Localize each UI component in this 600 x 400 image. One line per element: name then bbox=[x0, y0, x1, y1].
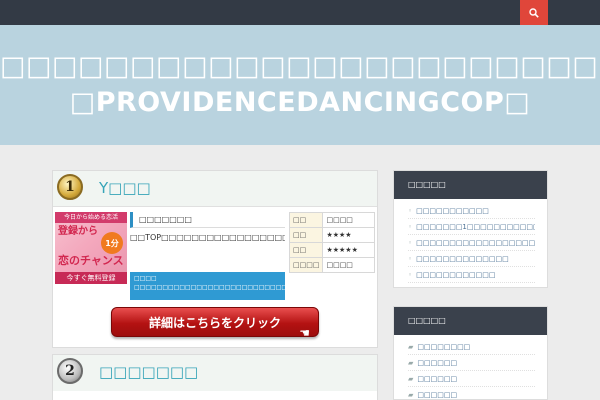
ranking-card-2: 2 □□□□□□□ bbox=[52, 354, 378, 400]
description-heading: □□□□□□□ bbox=[130, 212, 285, 228]
spec-table: □□ □□□□ □□ ★★★★ □□ ★★★★★ □□□□ □□□□ bbox=[288, 212, 375, 273]
ranking-header: 2 □□□□□□□ bbox=[53, 355, 377, 391]
description-text: □□TOP□□□□□□□□□□□□□□□□□□□□□□□□□□□□□□□□□□□… bbox=[130, 233, 285, 242]
description-note: □□□□ □□□□□□□□□□□□□□□□□□□□□□□□□□□□□□□□□□□… bbox=[130, 272, 285, 300]
category-link[interactable]: ▰ □□□□□□□□ bbox=[408, 339, 535, 355]
recent-post-link[interactable]: ◦ □□□□□□□□□□□□ bbox=[408, 267, 535, 283]
widget-title: □□□□□ bbox=[394, 307, 547, 335]
spec-row: □□□□ □□□□ bbox=[288, 257, 375, 273]
category-link[interactable]: ▰ □□□□□□ bbox=[408, 355, 535, 371]
spec-row: □□ □□□□ bbox=[288, 212, 375, 228]
folder-icon: ▰ bbox=[408, 391, 414, 399]
search-icon bbox=[529, 7, 539, 18]
ranking-site-name[interactable]: Y□□□ bbox=[99, 179, 151, 197]
site-description: □□□□□□□ □□TOP□□□□□□□□□□□□□□□□ □□□□ □□□□□□□… bbox=[130, 212, 285, 300]
ranking-card-1: 1 Y□□□ 今日から始める恋活 登録から 1分 恋のチャンス 今すぐ無料登録 … bbox=[52, 170, 378, 348]
ranking-header: 1 Y□□□ bbox=[53, 171, 377, 207]
ranking-site-name[interactable]: □□□□□□□ bbox=[99, 363, 198, 381]
categories-widget: □□□□□ ▰ □□□□□□□□ ▰ □□□□□□ ▰ □□□□□□ ▰ □□□□□□ bbox=[393, 306, 548, 400]
folder-icon: ▰ bbox=[408, 359, 414, 367]
recent-post-link[interactable]: ◦ □□□□□□□□□□□ bbox=[408, 203, 535, 219]
folder-icon: ▰ bbox=[408, 375, 414, 383]
folder-icon: ▰ bbox=[408, 343, 414, 351]
pointer-hand-icon: ☚ bbox=[299, 326, 310, 340]
search-button[interactable] bbox=[520, 0, 548, 25]
gold-medal-icon: 1 bbox=[57, 174, 83, 200]
site-header-banner: □□□□□□□□□□□□□□□□□□□□□□□□ □PROVIDENCEDANC… bbox=[0, 25, 600, 145]
details-button[interactable]: 詳細はこちらをクリック ☚ bbox=[111, 307, 319, 340]
widget-title: □□□□□ bbox=[394, 171, 547, 199]
spec-row: □□ ★★★★ bbox=[288, 227, 375, 243]
recent-post-link[interactable]: ◦□□□□□□□1□□□□□□□□□□□□□□□ bbox=[408, 219, 535, 235]
spec-row: □□ ★★★★★ bbox=[288, 242, 375, 258]
recent-posts-widget: □□□□□ ◦□□□□□□□□□□□ ◦□□□□□□□1□□□□□□□□□□□□… bbox=[393, 170, 548, 288]
site-title[interactable]: □□□□□□□□□□□□□□□□□□□□□□□□ □PROVIDENCEDANC… bbox=[0, 49, 600, 121]
silver-medal-icon: 2 bbox=[57, 358, 83, 384]
recent-post-link[interactable]: ◦ □□□□□□□□□□□□□□ bbox=[408, 251, 535, 267]
category-link[interactable]: ▰ □□□□□□ bbox=[408, 371, 535, 387]
site-banner-image[interactable]: 今日から始める恋活 登録から 1分 恋のチャンス 今すぐ無料登録 bbox=[55, 212, 127, 284]
recent-post-link[interactable]: ◦ □□□□□□□□□□□□□□□□□□□ bbox=[408, 235, 535, 251]
top-nav-bar bbox=[0, 0, 600, 25]
category-link[interactable]: ▰ □□□□□□ bbox=[408, 387, 535, 400]
